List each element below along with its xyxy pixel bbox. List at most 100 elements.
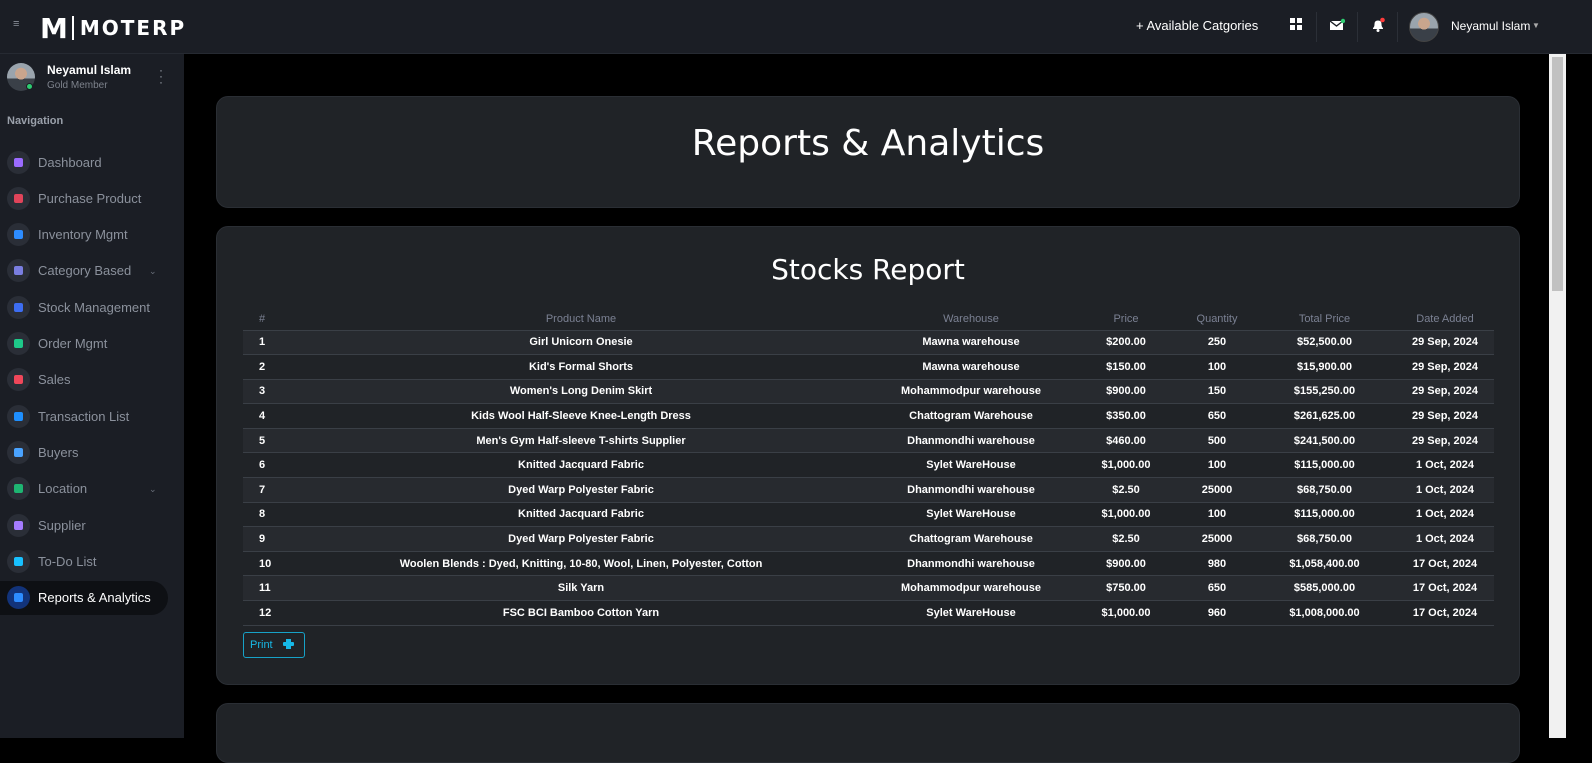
chevron-down-icon[interactable]: ⌄: [149, 484, 157, 495]
server-icon: [7, 586, 30, 610]
sidebar-item-dashboard[interactable]: Dashboard: [0, 145, 168, 179]
sidebar-item-order-mgmt[interactable]: Order Mgmt: [0, 327, 168, 361]
table-cell: Women's Long Denim Skirt: [291, 379, 871, 405]
table-row: 5 Men's Gym Half-sleeve T-shirts Supplier…: [243, 428, 1494, 454]
table-row: 12 FSC BCI Bamboo Cotton Yarn Sylet WareHo…: [243, 600, 1494, 626]
table-cell: 29 Sep, 2024: [1396, 428, 1494, 454]
sidebar-item-transaction-list[interactable]: Transaction List: [0, 399, 168, 433]
column-header: Total Price: [1253, 309, 1396, 331]
topbar-divider: [1357, 12, 1358, 42]
table-cell: $900.00: [1071, 379, 1181, 405]
table-cell: 9: [243, 526, 291, 552]
table-cell: Mawna warehouse: [871, 330, 1071, 356]
column-header: Warehouse: [871, 309, 1071, 331]
table-row: 10 Woolen Blends : Dyed, Knitting, 10-80,…: [243, 551, 1494, 577]
table-cell: Dhanmondhi warehouse: [871, 551, 1071, 577]
nav-section-label: Navigation: [7, 115, 64, 127]
chevron-down-icon[interactable]: ⌄: [149, 266, 157, 277]
report-title: Stocks Report: [771, 253, 965, 286]
table-cell: $1,000.00: [1071, 452, 1181, 479]
table-cell: $155,250.00: [1253, 379, 1396, 405]
sidebar-item-label: Order Mgmt: [38, 336, 108, 351]
table-cell: 960: [1181, 600, 1253, 626]
grid-apps-icon[interactable]: [1289, 17, 1305, 33]
table-cell: Dyed Warp Polyester Fabric: [291, 477, 871, 503]
table-cell: Sylet WareHouse: [871, 600, 1071, 626]
table-cell: Dhanmondhi warehouse: [871, 428, 1071, 454]
table-cell: Chattogram Warehouse: [871, 403, 1071, 429]
sidebar-item-location[interactable]: Location ⌄: [0, 472, 168, 506]
table-cell: $150.00: [1071, 354, 1181, 380]
stocks-table: # Product Name Warehouse Price Quantity …: [243, 309, 1494, 626]
table-cell: 11: [243, 575, 291, 602]
table-cell: $15,900.00: [1253, 354, 1396, 380]
table-cell: 1 Oct, 2024: [1396, 526, 1494, 552]
table-cell: Dyed Warp Polyester Fabric: [291, 526, 871, 552]
sidebar-item-stock-management[interactable]: Stock Management: [0, 290, 168, 324]
user-avatar[interactable]: [1409, 12, 1439, 42]
page-title: Reports & Analytics: [691, 123, 1045, 164]
table-cell: Kids Wool Half-Sleeve Knee-Length Dress: [291, 403, 871, 429]
sidebar-item-buyers[interactable]: Buyers: [0, 435, 168, 469]
table-cell: Mohammodpur warehouse: [871, 575, 1071, 602]
category-list-icon: [7, 259, 30, 283]
table-cell: $261,625.00: [1253, 403, 1396, 429]
table-cell: $460.00: [1071, 428, 1181, 454]
table-cell: $68,750.00: [1253, 477, 1396, 503]
table-cell: 29 Sep, 2024: [1396, 354, 1494, 380]
top-navbar: ≡ M MOTERP + Available Catgories Neyamul…: [0, 0, 1592, 54]
table-cell: 3: [243, 379, 291, 405]
sidebar-user-role: Gold Member: [47, 80, 108, 91]
table-cell: 150: [1181, 379, 1253, 405]
bell-icon[interactable]: [1370, 17, 1386, 33]
sidebar-item-label: Purchase Product: [38, 190, 142, 206]
sidebar-item-reports-analytics[interactable]: Reports & Analytics: [0, 580, 168, 615]
globe-icon: [7, 477, 30, 501]
available-categories-link[interactable]: + Available Catgories: [1136, 18, 1258, 33]
sidebar-item-label: Dashboard: [38, 154, 102, 170]
table-cell: $900.00: [1071, 551, 1181, 577]
table-cell: $115,000.00: [1253, 452, 1396, 479]
table-cell: 17 Oct, 2024: [1396, 600, 1494, 626]
scrollbar-thumb[interactable]: [1552, 57, 1563, 291]
people-icon: [7, 440, 30, 464]
sidebar-item-label: To-Do List: [38, 553, 97, 569]
table-cell: Knitted Jacquard Fabric: [291, 452, 871, 479]
table-cell: Silk Yarn: [291, 575, 871, 602]
mail-icon[interactable]: [1329, 17, 1346, 33]
user-menu-name[interactable]: Neyamul Islam: [1451, 19, 1530, 33]
table-cell: 100: [1181, 502, 1253, 528]
table-cell: Knitted Jacquard Fabric: [291, 502, 871, 528]
app-logo[interactable]: M MOTERP: [40, 12, 186, 45]
table-cell: 980: [1181, 551, 1253, 577]
table-cell: $2.50: [1071, 477, 1181, 503]
hamburger-menu-icon[interactable]: ≡: [13, 19, 23, 30]
table-row: 8 Knitted Jacquard Fabric Sylet WareHouse $…: [243, 502, 1494, 528]
sidebar-item-category-based[interactable]: Category Based ⌄: [0, 254, 168, 288]
table-cell: 1: [243, 330, 291, 356]
chevron-down-icon[interactable]: ▼: [1532, 21, 1540, 30]
table-cell: $200.00: [1071, 330, 1181, 356]
sidebar-item-label: Transaction List: [38, 408, 130, 424]
sidebar-item-purchase-product[interactable]: Purchase Product: [0, 181, 168, 215]
table-cell: $68,750.00: [1253, 526, 1396, 552]
sidebar-item-inventory-mgmt[interactable]: Inventory Mgmt: [0, 218, 168, 252]
table-cell: 100: [1181, 452, 1253, 479]
table-cell: 1 Oct, 2024: [1396, 452, 1494, 479]
sidebar-item-label: Category Based: [38, 263, 132, 279]
sidebar-user-name: Neyamul Islam: [47, 63, 132, 77]
table-cell: Kid's Formal Shorts: [291, 354, 871, 380]
print-button[interactable]: Print: [243, 632, 305, 658]
table-cell: Chattogram Warehouse: [871, 526, 1071, 552]
sidebar-item-to-do-list[interactable]: To-Do List: [0, 544, 168, 578]
sidebar: Neyamul Islam Gold Member · · · Navigation…: [0, 54, 184, 738]
table-cell: 7: [243, 477, 291, 503]
table-row: 4 Kids Wool Half-Sleeve Knee-Length Dress…: [243, 403, 1494, 429]
more-options-icon[interactable]: · · ·: [158, 64, 164, 88]
table-cell: 12: [243, 600, 291, 626]
sidebar-item-supplier[interactable]: Supplier: [0, 508, 168, 542]
bar-chart-icon: [7, 368, 30, 392]
sidebar-item-sales[interactable]: Sales: [0, 363, 168, 397]
table-row: 9 Dyed Warp Polyester Fabric Chattogram Wa…: [243, 526, 1494, 552]
stock-icon: [7, 295, 30, 319]
